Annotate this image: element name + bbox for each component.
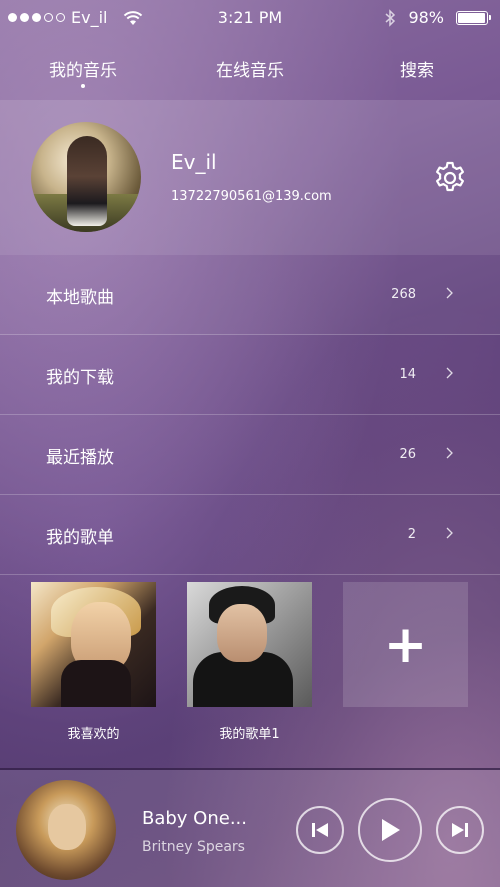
- menu-item-local-songs[interactable]: 本地歌曲 268: [0, 255, 500, 335]
- username: Ev_il: [171, 150, 217, 174]
- chevron-right-icon: [446, 367, 453, 379]
- playlist-my-playlist-1[interactable]: 我的歌单1: [187, 582, 312, 742]
- previous-button[interactable]: [296, 806, 344, 854]
- album-art-shape: [48, 804, 86, 850]
- cover-art-shape: [217, 604, 267, 662]
- active-tab-indicator: [81, 84, 85, 88]
- tab-my-music[interactable]: 我的音乐: [49, 56, 117, 88]
- menu-count: 14: [399, 367, 416, 382]
- settings-button[interactable]: [432, 160, 468, 196]
- tab-online-music[interactable]: 在线音乐: [216, 56, 284, 81]
- add-playlist-tile: +: [343, 582, 468, 707]
- music-menu: 本地歌曲 268 我的下载 14 最近播放 26 我的歌单 2: [0, 255, 500, 575]
- user-email: 13722790561@139.com: [171, 189, 332, 204]
- battery-percentage: 98%: [408, 8, 444, 27]
- chevron-right-icon: [446, 527, 453, 539]
- avatar[interactable]: [31, 122, 141, 232]
- menu-label: 本地歌曲: [46, 288, 114, 308]
- tab-search[interactable]: 搜索: [400, 56, 434, 81]
- menu-item-recently-played[interactable]: 最近播放 26: [0, 415, 500, 495]
- menu-count: 26: [399, 447, 416, 462]
- now-playing-artist: Britney Spears: [142, 839, 245, 855]
- skip-next-icon: [452, 823, 468, 837]
- add-playlist-button[interactable]: +: [343, 582, 468, 707]
- menu-label: 最近播放: [46, 448, 114, 468]
- skip-previous-icon: [312, 823, 328, 837]
- playlist-cover: [31, 582, 156, 707]
- menu-item-my-playlists[interactable]: 我的歌单 2: [0, 495, 500, 575]
- status-right: 98%: [384, 8, 491, 27]
- now-playing-album-art[interactable]: [16, 780, 116, 880]
- now-playing-bar[interactable]: Baby One... Britney Spears: [0, 768, 500, 887]
- play-icon: [382, 819, 400, 841]
- playlist-favorites[interactable]: 我喜欢的: [31, 582, 156, 742]
- battery-fill: [458, 12, 486, 23]
- playlist-label: 我的歌单1: [219, 727, 280, 742]
- profile-card: Ev_il 13722790561@139.com: [0, 100, 500, 255]
- menu-label: 我的歌单: [46, 528, 114, 548]
- playlist-cover: [187, 582, 312, 707]
- tab-label: 搜索: [400, 61, 434, 81]
- menu-item-downloads[interactable]: 我的下载 14: [0, 335, 500, 415]
- battery-icon: [456, 10, 491, 25]
- playlist-label: 我喜欢的: [67, 727, 120, 742]
- tab-label: 在线音乐: [216, 61, 284, 81]
- tab-label: 我的音乐: [49, 61, 117, 81]
- menu-label: 我的下载: [46, 368, 114, 388]
- gear-icon: [436, 161, 464, 192]
- status-bar: Ev_il 3:21 PM 98%: [0, 0, 500, 36]
- chevron-right-icon: [446, 447, 453, 459]
- play-button[interactable]: [358, 798, 422, 862]
- cover-art-shape: [61, 660, 131, 707]
- next-button[interactable]: [436, 806, 484, 854]
- chevron-right-icon: [446, 287, 453, 299]
- avatar-figure: [67, 136, 107, 226]
- menu-count: 2: [407, 527, 416, 542]
- plus-icon: +: [383, 614, 428, 675]
- playlist-grid: 我喜欢的 我的歌单1 +: [0, 582, 500, 752]
- now-playing-title: Baby One...: [142, 808, 247, 829]
- bluetooth-icon: [385, 8, 396, 27]
- menu-count: 268: [391, 287, 416, 302]
- top-tabs: 我的音乐 在线音乐 搜索: [0, 52, 500, 92]
